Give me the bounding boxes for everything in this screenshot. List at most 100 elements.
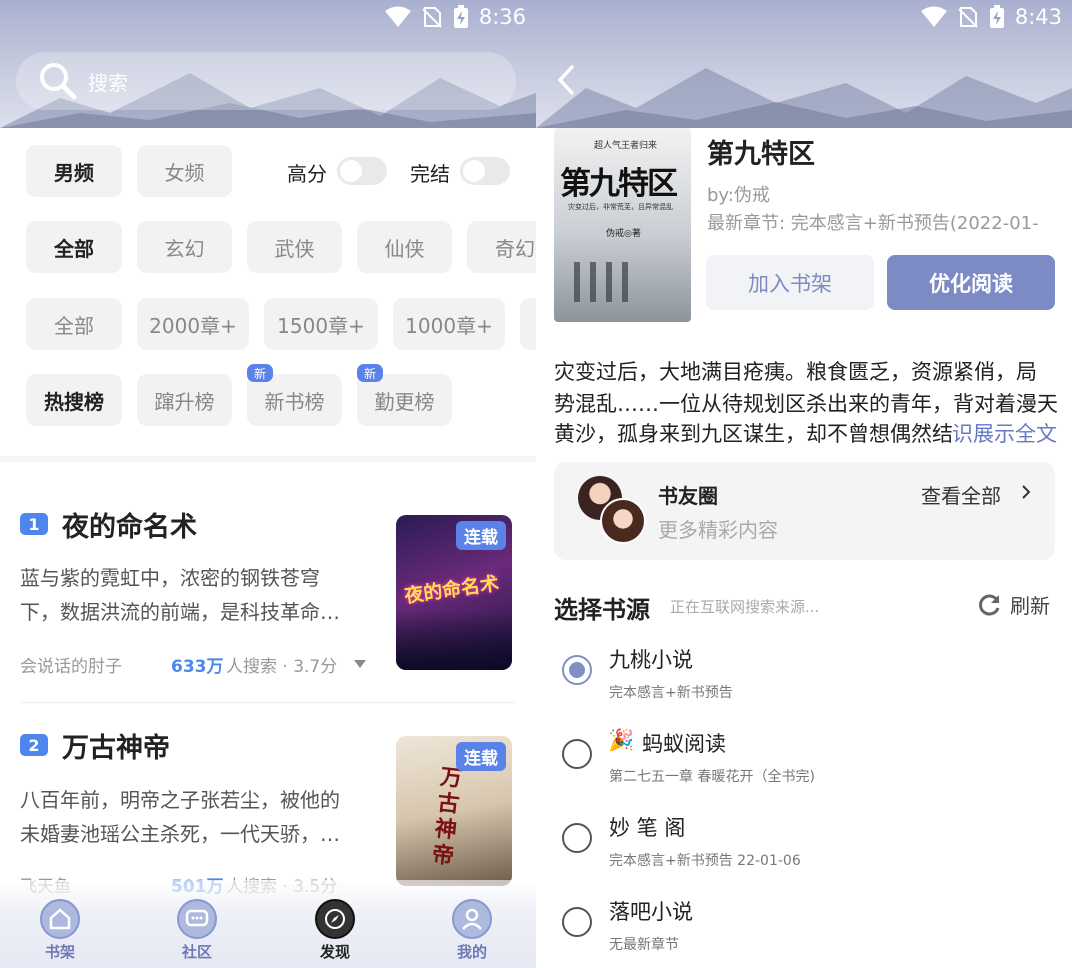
status-bar: 8:36 bbox=[384, 0, 536, 34]
nav-profile[interactable]: 我的 bbox=[432, 899, 512, 962]
chapter-1500[interactable]: 1500章+ bbox=[264, 298, 378, 350]
source-item[interactable]: 落吧小说 无最新章节 bbox=[536, 892, 1072, 968]
source-section-title: 选择书源 bbox=[554, 596, 650, 624]
chapter-1000[interactable]: 1000章+ bbox=[393, 298, 505, 350]
view-all-link[interactable]: 查看全部 bbox=[921, 480, 1001, 509]
status-time: 8:43 bbox=[1014, 5, 1062, 29]
source-name: 妙 笔 阁 bbox=[609, 816, 686, 840]
no-sim-icon bbox=[958, 7, 978, 28]
source-name: 九桃小说 bbox=[609, 648, 693, 672]
source-chapter: 完本感言+新书预告 22-01-06 bbox=[609, 853, 801, 869]
nav-discover[interactable]: 发现 bbox=[295, 899, 375, 962]
no-sim-icon bbox=[422, 7, 442, 28]
user-icon bbox=[452, 899, 492, 939]
row-divider bbox=[20, 702, 516, 703]
book-detail-screen: 8:43 超人气王者归来 第九特区 灾变过后，非常荒芜，且异常混乱 伪戒◎著 第… bbox=[536, 0, 1072, 968]
home-icon bbox=[40, 899, 80, 939]
book-cover: 夜的命名术 连载 bbox=[396, 515, 512, 670]
book-meta: 人搜索 · 3.7分 bbox=[226, 657, 338, 677]
book-author: by:伪戒 bbox=[707, 185, 770, 206]
radio-unselected[interactable] bbox=[562, 907, 592, 937]
mountain-illustration bbox=[536, 68, 1072, 128]
status-badge: 连载 bbox=[456, 521, 506, 550]
book-cover: 万古神帝 连载 bbox=[396, 736, 512, 886]
rank-hot[interactable]: 热搜榜 bbox=[26, 374, 122, 426]
source-search-status: 正在互联网搜索来源... bbox=[670, 598, 820, 616]
book-desc: 下，数据洪流的前端，是科技革命… bbox=[20, 600, 340, 624]
status-badge: 连载 bbox=[456, 742, 506, 771]
cover-tagline: 超人气王者归来 bbox=[594, 141, 658, 151]
header-banner: 8:36 搜索 bbox=[0, 0, 536, 128]
search-count: 633万 bbox=[171, 657, 224, 677]
chapter-more[interactable] bbox=[520, 298, 536, 350]
search-icon bbox=[40, 63, 77, 100]
genre-qihuan[interactable]: 奇幻 bbox=[467, 221, 536, 273]
refresh-button[interactable]: 刷新 bbox=[976, 590, 1050, 619]
caret-down-icon[interactable] bbox=[354, 660, 366, 668]
book-cover: 超人气王者归来 第九特区 灾变过后，非常荒芜，且异常混乱 伪戒◎著 bbox=[554, 128, 691, 322]
cover-author: 伪戒◎著 bbox=[606, 229, 641, 239]
book-intro: 势混乱……一位从待规划区杀出来的青年，背对着漫天 bbox=[554, 392, 1058, 416]
radio-selected[interactable] bbox=[562, 655, 592, 685]
refresh-icon bbox=[979, 594, 1000, 615]
genre-xuanhuan[interactable]: 玄幻 bbox=[137, 221, 232, 273]
high-score-toggle[interactable] bbox=[337, 157, 387, 185]
tab-female[interactable]: 女频 bbox=[137, 145, 232, 197]
genre-xianxia[interactable]: 仙侠 bbox=[357, 221, 452, 273]
avatar bbox=[600, 498, 646, 544]
book-intro: 黄沙，孤身来到九区谋生，却不曾想偶然结 bbox=[554, 422, 953, 446]
genre-wuxia[interactable]: 武侠 bbox=[247, 221, 342, 273]
section-divider bbox=[0, 456, 536, 462]
source-chapter: 第二七五一章 春暖花开（全书完) bbox=[609, 769, 815, 785]
list-item[interactable]: 1 夜的命名术 蓝与紫的霓虹中，浓密的钢铁苍穹 下，数据洪流的前端，是科技革命…… bbox=[0, 490, 536, 690]
source-item[interactable]: 🎉 蚂蚁阅读 第二七五一章 春暖花开（全书完) bbox=[536, 724, 1072, 804]
rank-badge: 1 bbox=[20, 513, 48, 535]
party-popper-icon: 🎉 bbox=[608, 728, 635, 752]
rank-rising[interactable]: 蹿升榜 bbox=[137, 374, 232, 426]
search-input[interactable]: 搜索 bbox=[88, 67, 128, 96]
radio-unselected[interactable] bbox=[562, 739, 592, 769]
chat-icon bbox=[177, 899, 217, 939]
source-name: 落吧小说 bbox=[609, 900, 693, 924]
discover-screen: 8:36 搜索 男频 女频 高分 完结 全部 玄幻 武侠 仙侠 奇幻 全部 20… bbox=[0, 0, 536, 968]
reader-circle-card[interactable]: 书友圈 更多精彩内容 查看全部 bbox=[554, 462, 1055, 560]
book-desc: 未婚妻池瑶公主杀死，一代天骄，… bbox=[20, 822, 340, 846]
radio-unselected[interactable] bbox=[562, 823, 592, 853]
status-bar: 8:43 bbox=[920, 0, 1072, 34]
new-badge: 新 bbox=[357, 364, 383, 382]
bottom-nav: 书架 社区 发现 我的 bbox=[0, 880, 536, 968]
nav-community[interactable]: 社区 bbox=[157, 899, 237, 962]
expand-intro-link[interactable]: 识展示全文 bbox=[952, 418, 1057, 448]
book-author: 会说话的肘子 bbox=[20, 657, 122, 677]
book-title: 万古神帝 bbox=[62, 733, 170, 764]
compass-icon bbox=[315, 899, 355, 939]
source-chapter: 完本感言+新书预告 bbox=[609, 685, 733, 701]
rank-frequent-update[interactable]: 勤更榜 新 bbox=[357, 364, 452, 426]
high-score-label: 高分 bbox=[287, 162, 327, 186]
rank-new-books[interactable]: 新书榜 新 bbox=[247, 364, 342, 426]
search-bar[interactable]: 搜索 bbox=[16, 52, 516, 110]
battery-charging-icon bbox=[453, 5, 468, 28]
tab-male[interactable]: 男频 bbox=[26, 145, 122, 197]
circle-title: 书友圈 bbox=[658, 484, 718, 508]
source-chapter: 无最新章节 bbox=[609, 937, 679, 953]
circle-subtitle: 更多精彩内容 bbox=[658, 518, 778, 542]
cover-title: 第九特区 bbox=[560, 166, 678, 202]
completed-toggle[interactable] bbox=[460, 157, 510, 185]
cover-title: 夜的命名术 bbox=[403, 572, 501, 608]
cover-title: 万古神帝 bbox=[430, 764, 464, 870]
book-desc: 蓝与紫的霓虹中，浓密的钢铁苍穹 bbox=[20, 566, 320, 590]
book-title: 夜的命名术 bbox=[62, 512, 197, 543]
read-button[interactable]: 优化阅读 bbox=[887, 255, 1055, 310]
chapter-all[interactable]: 全部 bbox=[26, 298, 122, 350]
latest-chapter: 最新章节: 完本感言+新书预告(2022-01- bbox=[707, 213, 1039, 234]
genre-all[interactable]: 全部 bbox=[26, 221, 122, 273]
source-item[interactable]: 妙 笔 阁 完本感言+新书预告 22-01-06 bbox=[536, 808, 1072, 888]
book-title: 第九特区 bbox=[707, 139, 815, 170]
nav-bookshelf[interactable]: 书架 bbox=[20, 899, 100, 962]
add-to-shelf-button[interactable]: 加入书架 bbox=[706, 255, 874, 310]
back-arrow-icon[interactable] bbox=[556, 64, 576, 96]
chapter-2000[interactable]: 2000章+ bbox=[137, 298, 249, 350]
source-item[interactable]: 九桃小说 完本感言+新书预告 bbox=[536, 640, 1072, 720]
header-banner: 8:43 bbox=[536, 0, 1072, 128]
